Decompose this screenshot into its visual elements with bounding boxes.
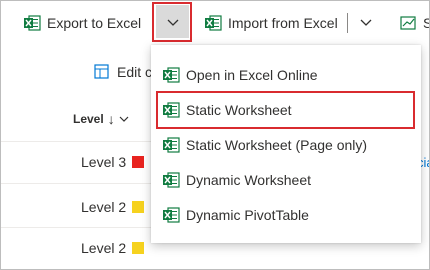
import-from-excel-button[interactable]: Import from Excel	[204, 7, 338, 39]
level-column-label: Level	[73, 112, 104, 126]
level-value: Level 2	[81, 199, 127, 215]
level-value: Level 3	[81, 154, 127, 170]
menu-item-label: Dynamic Worksheet	[186, 172, 312, 188]
import-options-chevron-icon[interactable]	[357, 13, 375, 31]
level-column-header[interactable]: Level ↓	[73, 111, 130, 127]
level-color-swatch	[132, 242, 145, 254]
chart-icon	[400, 16, 416, 30]
partial-toolbar-button[interactable]: S	[399, 7, 429, 39]
import-from-excel-label: Import from Excel	[228, 15, 338, 31]
app-frame: Export to Excel Import from Excel Edit c…	[0, 0, 430, 270]
export-options-menu: Open in Excel Online Static Worksheet St…	[151, 45, 421, 243]
excel-import-icon	[205, 15, 222, 31]
menu-item-open-in-excel-online[interactable]: Open in Excel Online	[151, 58, 421, 92]
row-divider	[1, 141, 151, 142]
excel-icon	[24, 15, 41, 31]
export-to-excel-label: Export to Excel	[47, 15, 142, 31]
level-value: Level 2	[81, 240, 127, 256]
dropdown-button-highlight	[152, 2, 192, 42]
excel-icon	[163, 137, 180, 153]
table-row[interactable]: Level 2	[81, 199, 145, 215]
excel-icon	[163, 172, 180, 188]
excel-icon	[163, 207, 180, 223]
table-row[interactable]: Level 3	[81, 154, 145, 170]
partial-toolbar-label: S	[423, 15, 429, 31]
level-color-swatch	[132, 156, 145, 168]
menu-item-dynamic-worksheet[interactable]: Dynamic Worksheet	[151, 163, 421, 197]
table-row[interactable]: Level 2	[81, 240, 145, 256]
menu-item-label: Dynamic PivotTable	[186, 207, 309, 223]
edit-columns-button[interactable]: Edit c	[93, 63, 152, 81]
excel-icon	[163, 67, 180, 83]
command-bar: Export to Excel Import from Excel	[1, 1, 429, 45]
static-worksheet-highlight	[156, 91, 415, 129]
menu-item-static-worksheet-page-only[interactable]: Static Worksheet (Page only)	[151, 128, 421, 162]
level-color-swatch	[132, 201, 145, 213]
menu-item-label: Static Worksheet (Page only)	[186, 137, 368, 153]
edit-columns-label: Edit c	[117, 64, 153, 80]
edit-columns-icon	[94, 64, 109, 79]
export-to-excel-button[interactable]: Export to Excel	[23, 7, 141, 39]
menu-item-label: Open in Excel Online	[186, 67, 318, 83]
chevron-down-icon	[119, 116, 129, 122]
sort-descending-icon: ↓	[107, 111, 115, 127]
toolbar-divider	[347, 13, 348, 33]
menu-item-dynamic-pivottable[interactable]: Dynamic PivotTable	[151, 198, 421, 232]
row-divider	[1, 183, 151, 184]
row-divider	[1, 227, 151, 228]
